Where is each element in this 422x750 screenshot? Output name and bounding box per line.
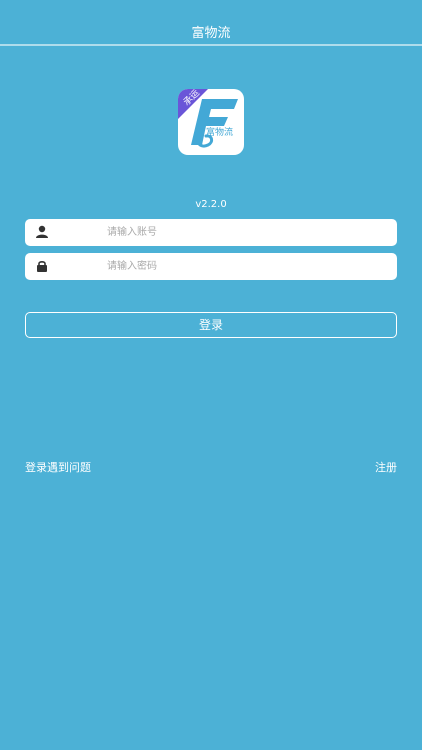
app-logo-icon: 承运 富物流 [178, 89, 238, 148]
account-input[interactable] [107, 219, 387, 246]
page-title: 富物流 [191, 26, 231, 41]
lock-icon [37, 260, 47, 272]
user-icon [36, 225, 48, 238]
version-label: v2.2.0 [195, 199, 227, 210]
navigation-bar: 富物流 [0, 0, 422, 46]
login-button[interactable]: 登录 [25, 312, 397, 338]
password-field[interactable] [25, 253, 397, 280]
app-logo: 承运 富物流 [178, 89, 244, 155]
account-field[interactable] [25, 219, 397, 246]
logo-brand-text: 富物流 [206, 126, 233, 138]
register-link[interactable]: 注册 [375, 459, 397, 475]
password-input[interactable] [107, 253, 387, 280]
login-help-link[interactable]: 登录遇到问题 [25, 459, 91, 475]
